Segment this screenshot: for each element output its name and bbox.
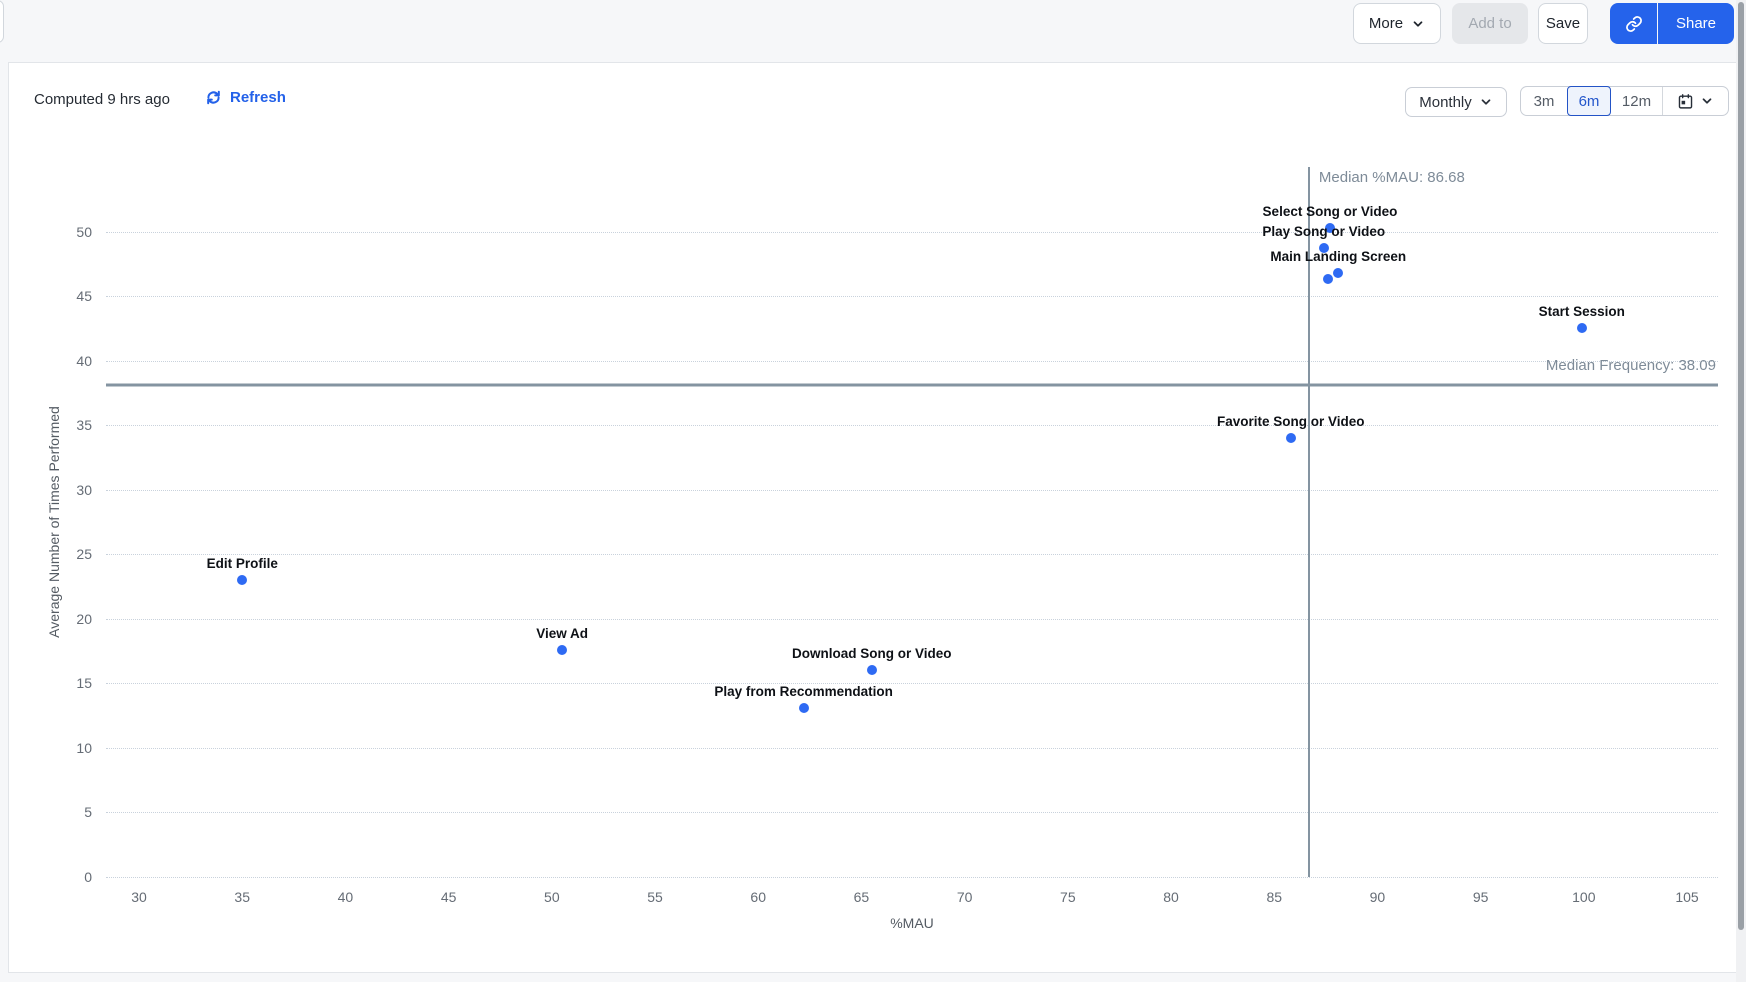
- point-label: Edit Profile: [206, 556, 278, 572]
- y-tick-label: 35: [76, 417, 92, 434]
- x-tick-label: 105: [1675, 889, 1699, 905]
- scrollbar-thumb[interactable]: [1738, 2, 1744, 930]
- refresh-button[interactable]: Refresh: [205, 89, 286, 106]
- median-mau-label: Median %MAU: 86.68: [1318, 169, 1465, 186]
- point-label: Favorite Song or Video: [1216, 414, 1365, 430]
- gridline-y-50: [106, 231, 1718, 233]
- x-axis-title: %MAU: [890, 915, 934, 931]
- gridline-y-40: [106, 360, 1718, 362]
- range-6m-button[interactable]: 6m: [1567, 86, 1611, 116]
- y-tick-label: 15: [76, 675, 92, 692]
- y-tick-label: 30: [76, 481, 92, 498]
- gridline-y-0: [106, 877, 1718, 878]
- gridline-y-25: [106, 554, 1718, 556]
- x-tick-label: 45: [440, 889, 457, 905]
- data-point[interactable]: [237, 575, 248, 586]
- chevron-down-icon: [1481, 99, 1491, 105]
- y-tick-label: 25: [76, 546, 92, 563]
- x-tick-label: 55: [647, 889, 663, 905]
- chevron-down-icon: [1413, 20, 1423, 27]
- y-axis-title: Average Number of Times Performed: [46, 406, 62, 638]
- x-tick-label: 75: [1060, 889, 1076, 905]
- gridline-y-10: [106, 747, 1718, 749]
- x-tick-label: 85: [1266, 889, 1283, 905]
- gridline-y-45: [106, 296, 1718, 298]
- point-label: Start Session: [1538, 304, 1625, 320]
- point-label: View Ad: [536, 625, 589, 641]
- app-window: More Add to Save Share Computed 9 hrs ag…: [0, 0, 1746, 982]
- x-tick-label: 35: [234, 889, 251, 905]
- refresh-label: Refresh: [230, 89, 286, 106]
- add-to-button-label: Add to: [1468, 15, 1512, 32]
- point-label: Play from Recommendation: [714, 683, 893, 699]
- data-point[interactable]: [866, 665, 877, 676]
- x-tick-label: 90: [1369, 889, 1386, 905]
- data-point[interactable]: [557, 644, 568, 655]
- range-12m-button[interactable]: 12m: [1611, 87, 1662, 115]
- data-point[interactable]: [1333, 267, 1344, 278]
- y-tick-label: 50: [76, 223, 92, 240]
- point-label: Play Song or Video: [1262, 224, 1386, 240]
- x-tick-label: 70: [956, 889, 973, 905]
- x-tick-label: 30: [131, 889, 147, 905]
- scatter-chart: Average Number of Times Performed %MAU 0…: [46, 167, 1718, 931]
- data-point[interactable]: [1285, 433, 1296, 444]
- gridline-y-5: [106, 812, 1718, 814]
- granularity-dropdown[interactable]: Monthly: [1405, 87, 1507, 117]
- gridline-y-15: [106, 683, 1718, 685]
- more-button[interactable]: More: [1353, 3, 1441, 44]
- x-tick-label: 80: [1163, 889, 1179, 905]
- x-tick-label: 60: [750, 889, 767, 905]
- save-button[interactable]: Save: [1538, 3, 1588, 44]
- share-button[interactable]: Share: [1658, 3, 1734, 44]
- gridline-y-30: [106, 489, 1718, 491]
- data-point[interactable]: [798, 702, 809, 713]
- y-tick-label: 5: [84, 804, 92, 821]
- data-point[interactable]: [1322, 274, 1333, 285]
- save-button-label: Save: [1545, 15, 1581, 32]
- add-to-button[interactable]: Add to: [1452, 3, 1528, 44]
- y-tick-label: 10: [76, 739, 92, 756]
- y-tick-label: 45: [76, 288, 92, 305]
- more-button-label: More: [1368, 15, 1404, 32]
- calendar-dropdown-button[interactable]: [1663, 87, 1728, 115]
- y-tick-label: 20: [76, 610, 92, 627]
- y-tick-label: 0: [84, 869, 92, 885]
- x-tick-label: 50: [544, 889, 560, 905]
- computed-timestamp: Computed 9 hrs ago: [34, 91, 170, 108]
- range-3m-button[interactable]: 3m: [1521, 87, 1567, 115]
- cropped-toolbar-button[interactable]: [0, 0, 4, 43]
- refresh-icon: [207, 90, 220, 105]
- gridline-y-35: [106, 425, 1718, 427]
- point-label: Select Song or Video: [1262, 203, 1398, 219]
- median-frequency-line: [106, 383, 1718, 387]
- copy-link-button[interactable]: [1610, 3, 1657, 44]
- top-toolbar: More Add to Save Share: [0, 0, 1746, 62]
- calendar-icon: [1678, 93, 1693, 109]
- point-label: Main Landing Screen: [1270, 248, 1407, 264]
- chart-panel: Computed 9 hrs ago Refresh Monthly 3m 6m…: [8, 62, 1746, 973]
- median-frequency-label: Median Frequency: 38.09: [1545, 357, 1716, 375]
- data-point[interactable]: [1576, 323, 1587, 334]
- x-tick-label: 95: [1472, 889, 1489, 905]
- y-tick-label: 40: [76, 352, 92, 369]
- median-mau-line: [1307, 167, 1310, 877]
- x-tick-label: 40: [337, 889, 354, 905]
- chevron-down-icon: [1702, 98, 1712, 104]
- gridline-y-20: [106, 618, 1718, 620]
- share-button-label: Share: [1675, 15, 1717, 32]
- link-icon: [1625, 15, 1642, 32]
- scrollbar-track[interactable]: [1736, 0, 1746, 982]
- granularity-label: Monthly: [1419, 93, 1472, 111]
- x-tick-label: 100: [1572, 889, 1596, 905]
- x-tick-label: 65: [853, 889, 870, 905]
- date-range-group: 3m 6m 12m: [1520, 86, 1729, 116]
- point-label: Download Song or Video: [791, 646, 952, 662]
